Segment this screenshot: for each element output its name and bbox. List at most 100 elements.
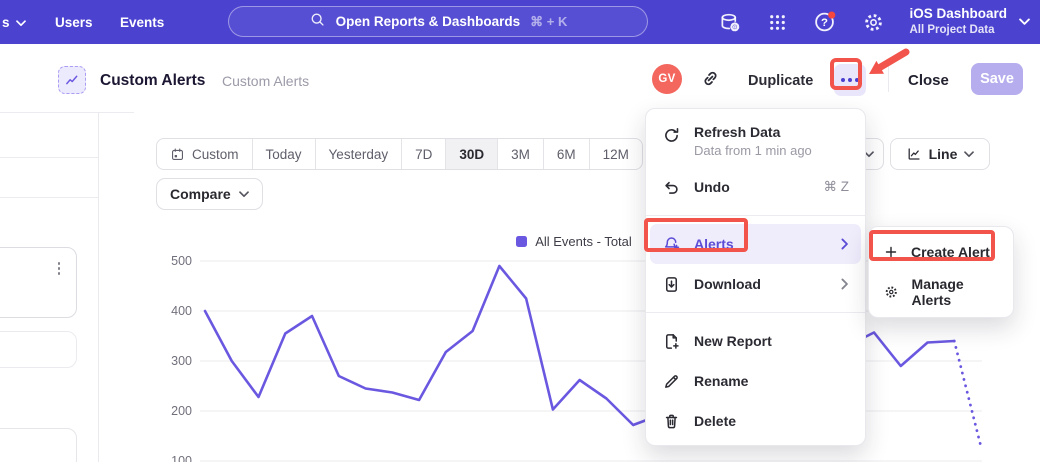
- chevron-down-icon: [16, 15, 26, 30]
- save-button[interactable]: Save: [971, 63, 1023, 95]
- panel-vertical-divider: [98, 112, 99, 462]
- menu-item-delete[interactable]: Delete: [646, 401, 865, 441]
- help-icon[interactable]: ?: [813, 10, 837, 34]
- legend-swatch: [516, 236, 527, 247]
- range-label: Custom: [192, 147, 239, 162]
- range-label: 6M: [557, 147, 576, 162]
- settings-gear-icon[interactable]: [861, 10, 885, 34]
- range-yesterday[interactable]: Yesterday: [316, 139, 403, 169]
- range-today[interactable]: Today: [253, 139, 316, 169]
- search-icon: [309, 11, 326, 33]
- menu-item-rename[interactable]: Rename: [646, 361, 865, 401]
- submenu-item-label: Manage Alerts: [912, 276, 999, 308]
- range-6m[interactable]: 6M: [544, 139, 590, 169]
- breadcrumb: Custom Alerts: [222, 73, 309, 89]
- page-title: Custom Alerts: [100, 72, 205, 90]
- data-management-icon[interactable]: [717, 10, 741, 34]
- menu-item-refresh-data[interactable]: Refresh Data Data from 1 min ago: [646, 115, 865, 167]
- app-window: s Users Events Open Reports & Dashboards…: [0, 0, 1040, 462]
- builder-card[interactable]: [0, 428, 77, 462]
- menu-item-new-report[interactable]: New Report: [646, 321, 865, 361]
- compare-label: Compare: [170, 186, 231, 202]
- search-placeholder: Open Reports & Dashboards: [336, 14, 521, 29]
- legend-label: All Events - Total: [535, 234, 632, 249]
- top-navbar: s Users Events Open Reports & Dashboards…: [0, 0, 1040, 44]
- y-tick-label: 500: [150, 254, 192, 268]
- submenu-item-manage-alerts[interactable]: Manage Alerts: [869, 272, 1013, 312]
- submenu-item-create-alert[interactable]: Create Alert: [869, 232, 1013, 272]
- compare-button[interactable]: Compare: [156, 178, 263, 210]
- range-12m[interactable]: 12M: [590, 139, 642, 169]
- chevron-down-icon[interactable]: [1019, 13, 1030, 31]
- menu-item-label: Rename: [694, 373, 748, 389]
- nav-item-label: Events: [120, 15, 164, 30]
- bell-plus-icon: [662, 235, 681, 254]
- chevron-right-icon: [841, 278, 849, 290]
- line-chart-icon: [906, 146, 922, 162]
- y-tick-label: 400: [150, 304, 192, 318]
- kebab-icon[interactable]: [56, 260, 63, 277]
- y-tick-label: 300: [150, 354, 192, 368]
- duplicate-button[interactable]: Duplicate: [748, 73, 813, 89]
- menu-item-undo[interactable]: Undo ⌘ Z: [646, 167, 865, 207]
- nav-item-boards-partial[interactable]: s: [2, 0, 26, 44]
- global-search-input[interactable]: Open Reports & Dashboards ⌘ + K: [228, 6, 648, 37]
- builder-card[interactable]: [0, 331, 77, 368]
- menu-item-label: Undo: [694, 179, 730, 195]
- submenu-item-label: Create Alert: [911, 244, 990, 260]
- menu-divider: [646, 215, 865, 216]
- menu-item-label: Download: [694, 276, 761, 292]
- range-30d-selected[interactable]: 30D: [446, 139, 498, 169]
- project-switcher[interactable]: iOS Dashboard All Project Data: [909, 6, 1007, 37]
- undo-icon: [662, 178, 681, 197]
- divider: [888, 64, 889, 92]
- range-custom[interactable]: Custom: [157, 139, 253, 169]
- refresh-icon: [662, 126, 681, 145]
- menu-item-alerts[interactable]: Alerts: [650, 224, 861, 264]
- range-3m[interactable]: 3M: [498, 139, 544, 169]
- date-range-control: Custom Today Yesterday 7D 30D 3M 6M 12M: [156, 138, 643, 170]
- settings-gear-icon: [883, 283, 900, 301]
- avatar[interactable]: GV: [652, 64, 682, 94]
- range-label: 3M: [511, 147, 530, 162]
- close-button[interactable]: Close: [908, 72, 949, 89]
- rename-pencil-icon: [662, 372, 681, 391]
- chart-type-label: Line: [929, 146, 958, 162]
- menu-item-label: New Report: [694, 333, 772, 349]
- nav-item-label: Users: [55, 15, 93, 30]
- svg-text:?: ?: [822, 17, 829, 29]
- menu-item-download[interactable]: Download: [646, 264, 865, 304]
- builder-card[interactable]: [0, 247, 77, 318]
- undo-shortcut: ⌘ Z: [824, 179, 850, 195]
- nav-item-label: s: [2, 15, 10, 30]
- y-tick-label: 100: [150, 454, 192, 462]
- panel-divider: [0, 112, 134, 113]
- range-label: 12M: [603, 147, 629, 162]
- refresh-status-text: Data from 1 min ago: [694, 143, 812, 158]
- more-actions-button[interactable]: [834, 64, 866, 96]
- copy-link-icon[interactable]: [700, 68, 722, 90]
- notification-dot: [829, 11, 836, 18]
- plus-icon: [883, 244, 899, 260]
- menu-item-label: Delete: [694, 413, 736, 429]
- range-label: Today: [266, 147, 302, 162]
- menu-divider: [646, 312, 865, 313]
- chevron-right-icon: [841, 238, 849, 250]
- range-7d[interactable]: 7D: [402, 139, 446, 169]
- alerts-submenu: Create Alert Manage Alerts: [868, 226, 1014, 318]
- nav-item-events[interactable]: Events: [120, 0, 164, 44]
- menu-item-label: Alerts: [694, 236, 734, 252]
- panel-divider: [0, 157, 98, 158]
- project-name: iOS Dashboard: [909, 6, 1007, 23]
- report-type-icon: [58, 66, 86, 94]
- range-label: 7D: [415, 147, 432, 162]
- nav-item-users[interactable]: Users: [55, 0, 93, 44]
- delete-trash-icon: [662, 412, 681, 431]
- range-label: Yesterday: [329, 147, 389, 162]
- chevron-down-icon: [964, 151, 974, 158]
- chart-type-button[interactable]: Line: [890, 138, 990, 170]
- chevron-down-icon: [239, 191, 249, 198]
- project-scope: All Project Data: [909, 23, 1007, 37]
- calendar-icon: [170, 147, 185, 162]
- apps-grid-icon[interactable]: [765, 10, 789, 34]
